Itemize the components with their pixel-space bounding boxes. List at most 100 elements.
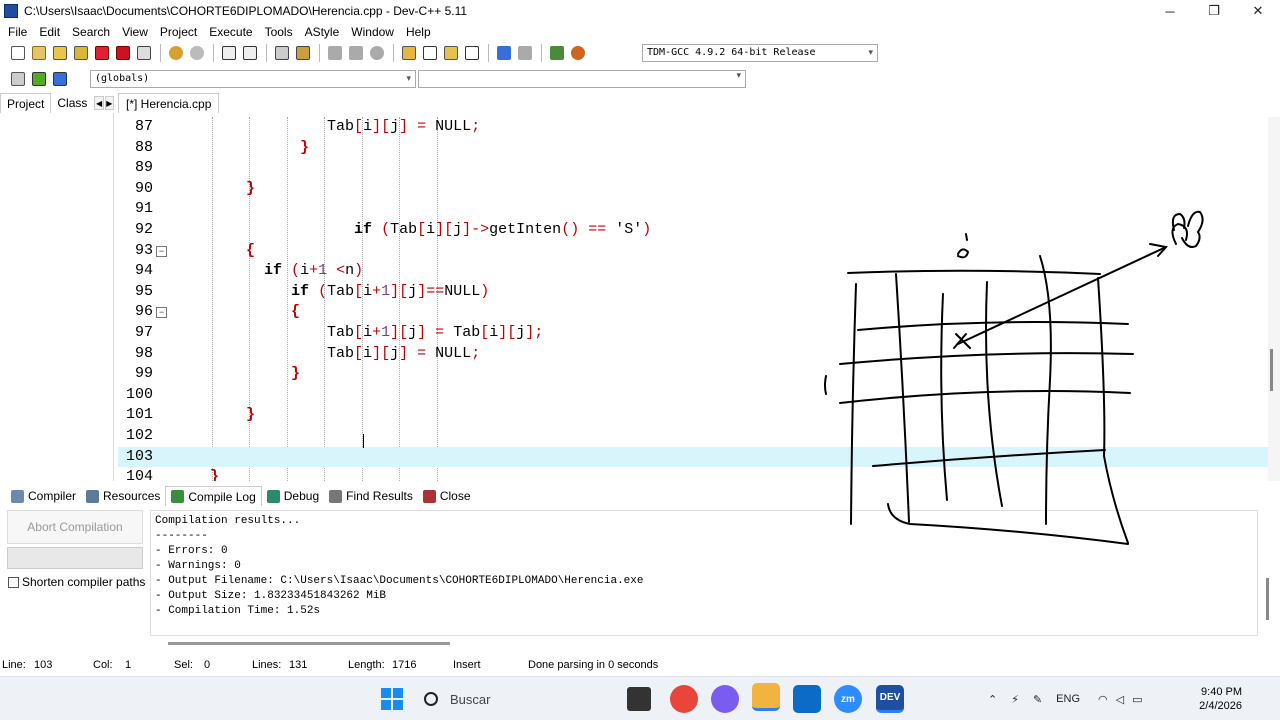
taskbar-search[interactable]: Buscar (416, 686, 616, 712)
battery-icon[interactable]: ▭ (1132, 693, 1142, 706)
code-line[interactable]: 102 (118, 426, 1268, 447)
chrome-icon[interactable] (670, 685, 698, 713)
code-line[interactable]: 87 Tab[i][j] = NULL; (118, 117, 1268, 138)
shorten-paths-option[interactable]: Shorten compiler paths (8, 575, 145, 589)
devcpp-taskbar-icon[interactable]: DEV (876, 685, 904, 713)
code-line[interactable]: 99 } (118, 364, 1268, 385)
chevron-up-icon[interactable]: ⌃ (988, 693, 997, 706)
chevron-down-icon: ▾ (736, 71, 741, 81)
tab-classes[interactable]: Class (51, 93, 93, 113)
menu-tools[interactable]: Tools (259, 25, 299, 39)
log-hscrollbar[interactable] (168, 642, 450, 645)
menu-file[interactable]: File (2, 25, 33, 39)
language-indicator[interactable]: ENG (1056, 693, 1080, 705)
code-line[interactable]: 100 (118, 385, 1268, 406)
chart-button[interactable] (547, 43, 567, 63)
clock[interactable]: 9:40 PM 2/4/2026 (1199, 685, 1242, 713)
code-line[interactable]: 98 Tab[i][j] = NULL; (118, 344, 1268, 365)
menu-window[interactable]: Window (345, 25, 400, 39)
code-line[interactable]: 91 (118, 199, 1268, 220)
start-button[interactable] (378, 685, 406, 713)
code-line[interactable]: 88 } (118, 138, 1268, 159)
members-select[interactable]: ▾ (418, 70, 746, 88)
abort-compilation-button[interactable]: Abort Compilation (7, 510, 143, 544)
new-file-button[interactable] (8, 43, 28, 63)
check-syntax-button[interactable] (494, 43, 514, 63)
close-window-button[interactable]: ✕ (1236, 0, 1280, 22)
fold-toggle-icon[interactable]: − (156, 245, 167, 257)
close-all-button[interactable] (113, 43, 133, 63)
code-line[interactable]: 96− { (118, 302, 1268, 323)
menu-search[interactable]: Search (66, 25, 116, 39)
tab-compiler[interactable]: Compiler (6, 486, 81, 506)
code-line[interactable]: 95 if (Tab[i+1][j]==NULL) (118, 282, 1268, 303)
forward-button[interactable] (346, 43, 366, 63)
fold-toggle-icon[interactable]: − (156, 307, 167, 319)
close-file-button[interactable] (92, 43, 112, 63)
toggle-bookmark-button[interactable] (29, 69, 49, 89)
code-line[interactable]: 101 } (118, 405, 1268, 426)
teams-icon[interactable] (793, 685, 821, 713)
indent-button[interactable] (272, 43, 292, 63)
save-button[interactable] (50, 43, 70, 63)
save-all-button[interactable] (71, 43, 91, 63)
redo-button[interactable] (187, 43, 207, 63)
bookmark-button[interactable] (367, 43, 387, 63)
network-share-icon[interactable]: ⚡ (1011, 693, 1019, 706)
grid-view-button[interactable] (462, 43, 482, 63)
code-line[interactable]: 103 (118, 446, 1268, 468)
minimize-button[interactable]: ─ (1148, 0, 1192, 22)
menu-edit[interactable]: Edit (33, 25, 66, 39)
class-browser-button[interactable] (441, 43, 461, 63)
wifi-icon[interactable]: ◠ (1098, 693, 1108, 706)
profile-button[interactable] (568, 43, 588, 63)
tab-herencia-cpp[interactable]: [*] Herencia.cpp (118, 93, 220, 113)
print-button[interactable] (134, 43, 154, 63)
tab-close[interactable]: Close (418, 486, 476, 506)
replace-button[interactable] (240, 43, 260, 63)
goto-line-button[interactable] (293, 43, 313, 63)
log-vscrollbar[interactable] (1266, 578, 1269, 620)
back-button[interactable] (325, 43, 345, 63)
globals-select[interactable]: (globals) ▾ (90, 70, 416, 88)
menu-astyle[interactable]: AStyle (299, 25, 346, 39)
find-button[interactable] (219, 43, 239, 63)
tab-project[interactable]: Project (0, 93, 52, 113)
tab-find-results[interactable]: Find Results (324, 486, 418, 506)
menu-help[interactable]: Help (400, 25, 437, 39)
code-line[interactable]: 92 if (Tab[i][j]->getInten() == 'S') (118, 220, 1268, 241)
code-line[interactable]: 93− { (118, 241, 1268, 262)
taskbar: Buscar zm DEV ⌃ ⚡ ✎ ENG ◠ ◁ ▭ 9:40 PM 2/… (0, 676, 1280, 720)
tab-debug[interactable]: Debug (262, 486, 324, 506)
code-line[interactable]: 89 (118, 158, 1268, 179)
stop-button[interactable] (515, 43, 535, 63)
undo-button[interactable] (166, 43, 186, 63)
compiler-select[interactable]: TDM-GCC 4.9.2 64-bit Release ▾ (642, 44, 878, 62)
code-line[interactable]: 97 Tab[i+1][j] = Tab[i][j]; (118, 323, 1268, 344)
project-new-button[interactable] (399, 43, 419, 63)
copilot-icon[interactable] (711, 685, 739, 713)
pen-icon[interactable]: ✎ (1033, 693, 1042, 706)
volume-icon[interactable]: ◁ (1116, 693, 1124, 706)
code-line[interactable]: 104 } (118, 467, 1268, 481)
shorten-paths-checkbox[interactable] (8, 576, 19, 588)
task-view-icon[interactable] (627, 687, 651, 711)
tab-scroll-left-icon[interactable]: ◀ (94, 96, 104, 110)
code-editor[interactable]: 87 Tab[i][j] = NULL; 88 } 89 90 } 91 92 if (T… (118, 117, 1268, 481)
tab-resources[interactable]: Resources (81, 486, 165, 506)
zoom-icon[interactable]: zm (834, 685, 862, 713)
code-line[interactable]: 90 } (118, 179, 1268, 200)
menu-project[interactable]: Project (154, 25, 203, 39)
menu-view[interactable]: View (116, 25, 154, 39)
code-line[interactable]: 94 if (i+1 <n) (118, 261, 1268, 282)
file-explorer-icon[interactable] (752, 683, 780, 711)
menu-execute[interactable]: Execute (203, 25, 258, 39)
tab-scroll-right-icon[interactable]: ▶ (104, 96, 114, 110)
tab-compile-log[interactable]: Compile Log (165, 486, 262, 506)
maximize-button[interactable]: ❐ (1192, 0, 1236, 22)
goto-bookmark-button[interactable] (50, 69, 70, 89)
insert-button[interactable] (8, 69, 28, 89)
editor-scrollbar[interactable] (1268, 117, 1280, 481)
open-file-button[interactable] (29, 43, 49, 63)
window-button[interactable] (420, 43, 440, 63)
